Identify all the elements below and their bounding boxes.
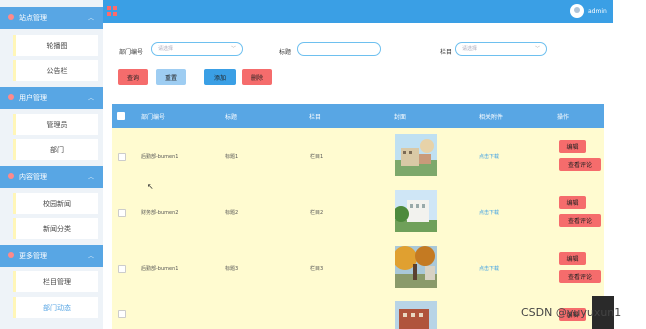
cover-image xyxy=(395,246,437,288)
sidebar-item-label: 管理员 xyxy=(46,120,68,129)
view-comments-button[interactable]: 查看评论 xyxy=(559,270,601,283)
site-icon xyxy=(8,14,14,20)
sidebar-item-admin[interactable]: 管理员 xyxy=(13,114,98,135)
sidebar-item-label: 栏目管理 xyxy=(43,277,71,286)
title-cell: 标题1 xyxy=(225,154,239,160)
dept-cell: 后勤部-bumen1 xyxy=(141,154,179,160)
chevron-icon: ︿ xyxy=(87,95,94,102)
sidebar: 站点管理 ︿ 轮播图 公告栏 用户管理 ︿ 管理员 部门 内容管理 ︿ 校园新闻… xyxy=(0,0,103,329)
dept-select[interactable]: 请选择 ﹀ xyxy=(151,42,243,56)
chevron-icon: ︿ xyxy=(87,253,94,260)
sidebar-group-label: 站点管理 xyxy=(19,14,47,22)
add-button[interactable]: 添加 xyxy=(204,69,236,85)
column-label: 栏目 xyxy=(440,49,453,56)
column-header: 封面 xyxy=(394,114,407,121)
column-header: 部门编号 xyxy=(141,114,166,121)
sidebar-item-label: 部门动态 xyxy=(43,303,71,312)
download-link[interactable]: 点击下载 xyxy=(479,265,499,272)
table-row: 后勤部-bumen1 标题1 栏目1 点击下载 编辑 查看评论 xyxy=(112,128,604,184)
table-header: 部门编号 标题 栏目 封面 相关附件 操作 xyxy=(112,104,604,128)
delete-button[interactable]: 删除 xyxy=(242,69,272,85)
sidebar-group-more[interactable]: 更多管理 ︿ xyxy=(0,245,103,267)
sidebar-item-campus-news[interactable]: 校园新闻 xyxy=(13,193,98,214)
chevron-icon: ︿ xyxy=(87,15,94,22)
query-button[interactable]: 查询 xyxy=(118,69,148,85)
row-checkbox[interactable] xyxy=(118,310,126,318)
column-header: 标题 xyxy=(225,114,238,121)
title-label: 标题 xyxy=(279,49,292,56)
column-placeholder: 请选择 xyxy=(462,46,478,52)
chevron-icon: ︿ xyxy=(87,174,94,181)
column-cell: 栏目1 xyxy=(310,154,324,160)
cover-image xyxy=(395,134,437,176)
view-comments-button[interactable]: 查看评论 xyxy=(559,214,601,227)
column-header: 相关附件 xyxy=(479,114,504,121)
title-cell: 标题3 xyxy=(225,266,239,272)
reset-button[interactable]: 重置 xyxy=(156,69,186,85)
title-cell: 标题2 xyxy=(225,210,239,216)
sidebar-item-label: 轮播图 xyxy=(46,41,68,50)
table-row: 后勤部-bumen1 标题3 栏目3 点击下载 编辑 查看评论 xyxy=(112,240,604,296)
sidebar-group-users[interactable]: 用户管理 ︿ xyxy=(0,87,103,109)
sidebar-group-site[interactable]: 站点管理 ︿ xyxy=(0,7,103,29)
sidebar-item-columns[interactable]: 栏目管理 xyxy=(13,271,98,292)
more-icon xyxy=(8,252,14,258)
sidebar-item-notice[interactable]: 公告栏 xyxy=(13,60,98,81)
download-link[interactable]: 点击下载 xyxy=(479,209,499,216)
cover-image xyxy=(395,190,437,232)
sidebar-item-label: 公告栏 xyxy=(46,66,68,75)
column-cell: 栏目3 xyxy=(310,266,324,272)
row-checkbox[interactable] xyxy=(118,209,126,217)
user-icon xyxy=(8,94,14,100)
sidebar-item-carousel[interactable]: 轮播图 xyxy=(13,35,98,56)
sidebar-group-content[interactable]: 内容管理 ︿ xyxy=(0,166,103,188)
sidebar-group-label: 用户管理 xyxy=(19,94,47,102)
row-checkbox[interactable] xyxy=(118,265,126,273)
dept-cell: 后勤部-bumen1 xyxy=(141,266,179,272)
edit-button[interactable]: 编辑 xyxy=(559,252,586,265)
top-bar: admin xyxy=(103,0,613,23)
sidebar-item-label: 新闻分类 xyxy=(43,224,71,233)
content-icon xyxy=(8,173,14,179)
cover-image xyxy=(395,301,437,329)
edit-button[interactable]: 编辑 xyxy=(559,140,586,153)
download-link[interactable]: 点击下载 xyxy=(479,153,499,160)
column-header: 操作 xyxy=(557,114,570,121)
sidebar-item-label: 校园新闻 xyxy=(43,199,71,208)
mouse-cursor-icon: ↖ xyxy=(147,182,154,191)
select-all-checkbox[interactable] xyxy=(117,112,125,120)
chevron-down-icon: ﹀ xyxy=(534,46,540,52)
sidebar-group-label: 更多管理 xyxy=(19,252,47,260)
edit-button[interactable]: 编辑 xyxy=(559,196,586,209)
view-comments-button[interactable]: 查看评论 xyxy=(559,158,601,171)
dept-label: 部门编号 xyxy=(119,49,144,56)
username: admin xyxy=(588,8,607,15)
sidebar-item-dept-news[interactable]: 部门动态 xyxy=(13,297,98,318)
avatar[interactable] xyxy=(570,4,584,18)
title-input[interactable] xyxy=(297,42,381,56)
table-row: 财务部-bumen2 标题2 栏目2 点击下载 编辑 查看评论 xyxy=(112,184,604,240)
watermark: CSDN @yuyuxun1 xyxy=(521,306,622,319)
row-checkbox[interactable] xyxy=(118,153,126,161)
sidebar-item-department[interactable]: 部门 xyxy=(13,139,98,160)
sidebar-item-label: 部门 xyxy=(50,145,64,154)
menu-icon[interactable] xyxy=(107,6,117,16)
column-select[interactable]: 请选择 ﹀ xyxy=(455,42,547,56)
dept-placeholder: 请选择 xyxy=(158,46,174,52)
column-cell: 栏目2 xyxy=(310,210,324,216)
column-header: 栏目 xyxy=(309,114,322,121)
chevron-down-icon: ﹀ xyxy=(230,46,236,52)
sidebar-group-label: 内容管理 xyxy=(19,173,47,181)
dept-cell: 财务部-bumen2 xyxy=(141,210,179,216)
sidebar-item-news-category[interactable]: 新闻分类 xyxy=(13,218,98,239)
